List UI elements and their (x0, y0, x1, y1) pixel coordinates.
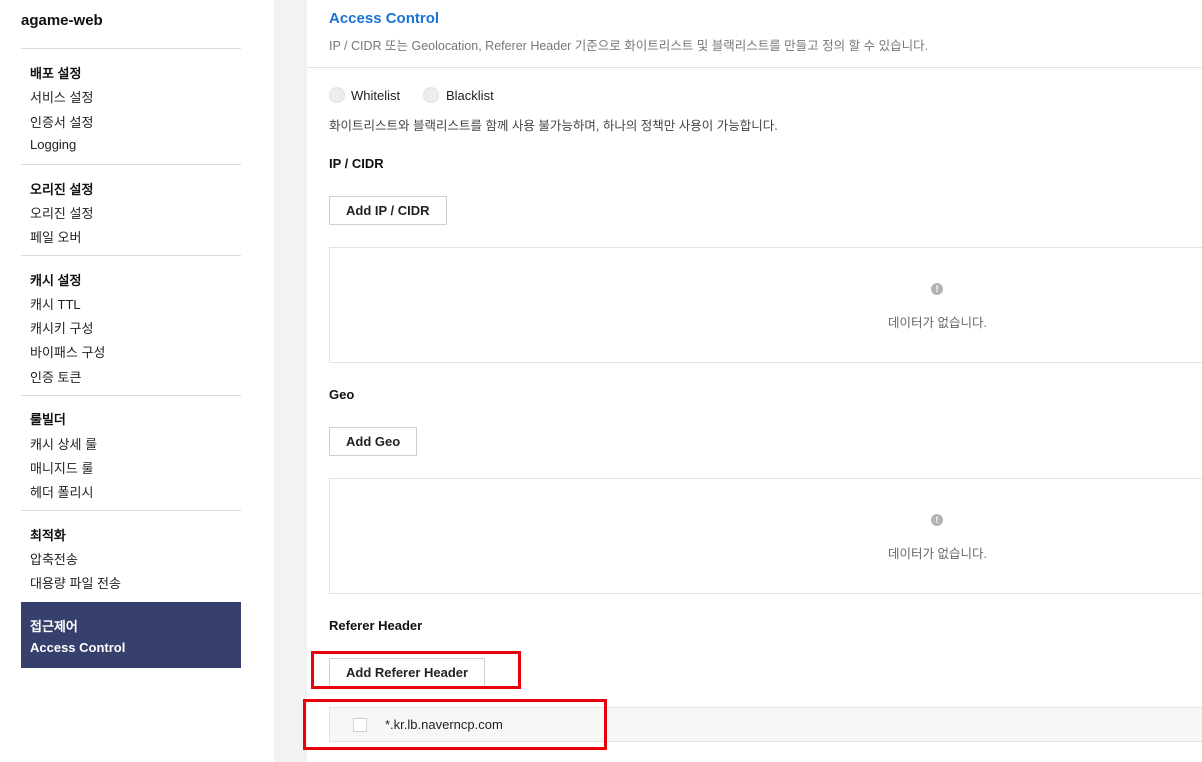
sidebar-item-bypass[interactable]: 바이패스 구성 (30, 342, 105, 361)
page-title: Access Control (329, 10, 440, 27)
whitelist-label[interactable]: Whitelist (351, 88, 400, 103)
sidebar: agame-web 배포 설정 서비스 설정 인증서 설정 Logging 오리… (0, 0, 274, 762)
page-description: IP / CIDR 또는 Geolocation, Referer Header… (329, 39, 929, 53)
sidebar-divider (21, 48, 241, 49)
main-content: Access Control IP / CIDR 또는 Geolocation,… (303, 0, 1202, 762)
sidebar-group-access-control: 접근제어 (30, 619, 78, 634)
info-icon: ! (931, 514, 943, 526)
sidebar-item-compression[interactable]: 압축전송 (30, 549, 78, 568)
sidebar-item-cache-ttl[interactable]: 캐시 TTL (30, 294, 81, 313)
add-ip-cidr-button[interactable]: Add IP / CIDR (329, 196, 447, 225)
sidebar-item-logging[interactable]: Logging (30, 137, 76, 152)
blacklist-radio[interactable] (423, 87, 439, 103)
sidebar-divider (21, 395, 241, 396)
sidebar-item-auth-token[interactable]: 인증 토큰 (30, 367, 81, 386)
sidebar-item-large-file[interactable]: 대용량 파일 전송 (30, 573, 121, 592)
content-gutter (274, 0, 307, 762)
table-row: *.kr.lb.naverncp.com (329, 707, 1202, 742)
sidebar-group-rule-builder: 룰빌더 (30, 412, 66, 427)
sidebar-item-origin-settings[interactable]: 오리진 설정 (30, 203, 93, 222)
ip-cidr-section-title: IP / CIDR (329, 156, 384, 171)
sidebar-item-managed-rule[interactable]: 매니지드 룰 (30, 458, 93, 477)
sidebar-item-service-settings[interactable]: 서비스 설정 (30, 87, 93, 106)
geo-empty-list: ! 데이터가 없습니다. (329, 478, 1202, 594)
referer-header-section-title: Referer Header (329, 618, 423, 633)
sidebar-divider (21, 510, 241, 511)
ip-cidr-empty-text: 데이터가 없습니다. (888, 316, 987, 330)
referer-row-checkbox[interactable] (353, 718, 367, 732)
sidebar-group-optimization: 최적화 (30, 528, 66, 543)
sidebar-item-failover[interactable]: 페일 오버 (30, 227, 81, 246)
header-divider (307, 67, 1202, 68)
sidebar-item-certificate-settings[interactable]: 인증서 설정 (30, 112, 93, 131)
app-window: agame-web 배포 설정 서비스 설정 인증서 설정 Logging 오리… (0, 0, 1202, 762)
add-referer-header-button[interactable]: Add Referer Header (329, 658, 486, 687)
info-icon: ! (931, 283, 943, 295)
ip-cidr-empty-list: ! 데이터가 없습니다. (329, 247, 1202, 363)
geo-section-title: Geo (329, 387, 355, 402)
whitelist-radio[interactable] (329, 87, 345, 103)
referer-value: *.kr.lb.naverncp.com (385, 717, 503, 732)
sidebar-divider (21, 164, 241, 165)
sidebar-group-cache: 캐시 설정 (30, 273, 82, 288)
add-geo-button[interactable]: Add Geo (329, 427, 418, 456)
blacklist-label[interactable]: Blacklist (446, 88, 494, 103)
sidebar-group-origin: 오리진 설정 (30, 182, 94, 197)
sidebar-item-access-control[interactable]: Access Control (30, 640, 125, 655)
sidebar-item-cache-key[interactable]: 캐시키 구성 (30, 318, 93, 337)
sidebar-group-deploy: 배포 설정 (30, 66, 82, 81)
mode-note: 화이트리스트와 블랙리스트를 함께 사용 불가능하며, 하나의 정책만 사용이 … (329, 119, 778, 133)
sidebar-item-cache-detail-rule[interactable]: 캐시 상세 룰 (30, 434, 97, 453)
sidebar-item-header-policy[interactable]: 헤더 폴리시 (30, 482, 93, 501)
geo-empty-text: 데이터가 없습니다. (888, 547, 987, 561)
sidebar-divider (21, 255, 241, 256)
app-title: agame-web (21, 12, 103, 29)
sidebar-active-group: 접근제어 Access Control (21, 602, 241, 668)
